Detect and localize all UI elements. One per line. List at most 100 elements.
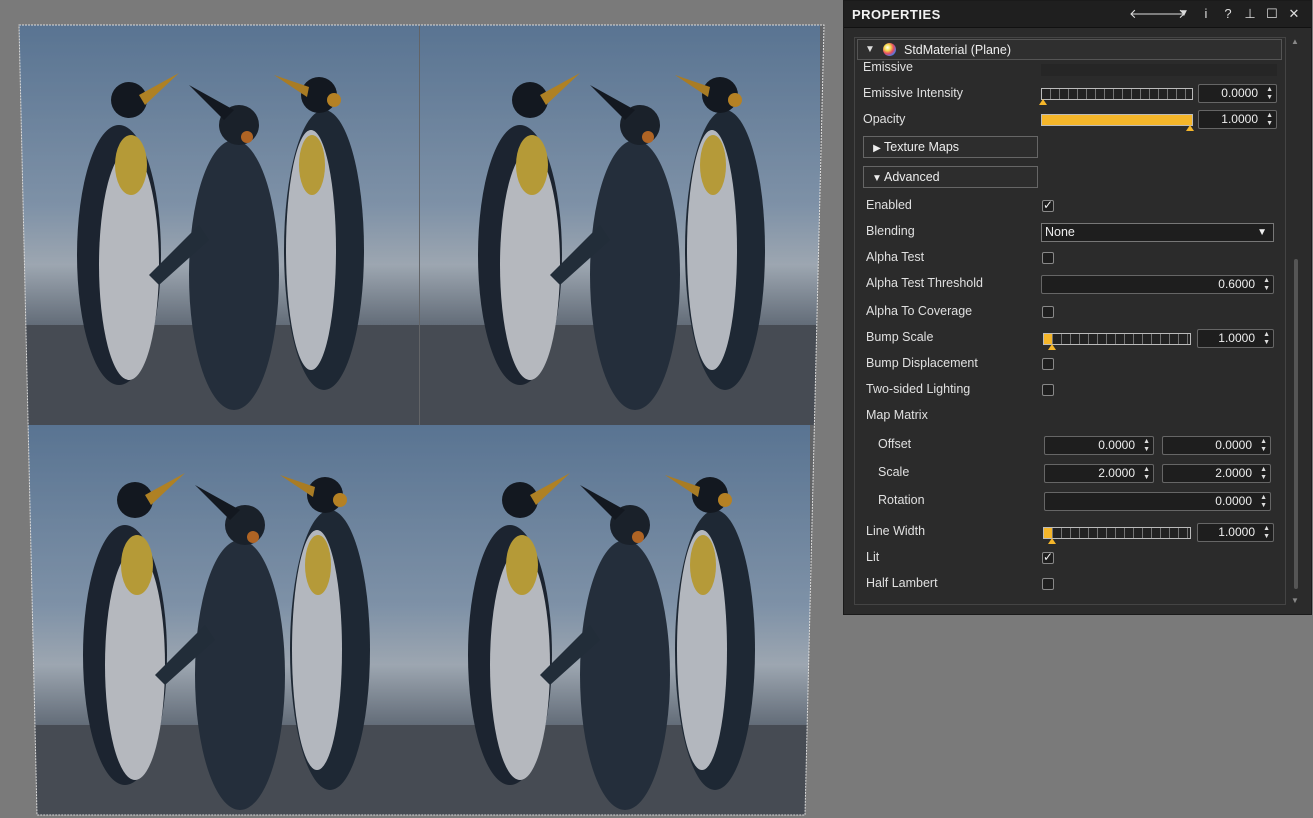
slider-fill — [1042, 115, 1192, 125]
scroll-up-icon[interactable]: ▲ — [1291, 37, 1299, 46]
emissive-intensity-slider[interactable] — [1039, 88, 1193, 105]
titlebar-icons: 🡐 🡒 ▼ i ? ⊥ ☐ ✕ — [1129, 5, 1305, 23]
slider-ticks — [1042, 89, 1192, 99]
help-icon[interactable]: ? — [1217, 5, 1239, 23]
advanced-label: Advanced — [884, 170, 940, 184]
blending-value: None — [1045, 225, 1075, 239]
chevron-down-icon: ▼ — [1257, 227, 1267, 238]
alpha-to-coverage-checkbox[interactable] — [1042, 306, 1054, 318]
pin-icon[interactable]: ⊥ — [1239, 5, 1261, 23]
textured-plane[interactable] — [0, 0, 843, 818]
texture-maps-label: Texture Maps — [884, 140, 960, 154]
arrow-left-icon[interactable]: 🡐 — [1129, 5, 1164, 23]
stepper-icon[interactable]: ▲ ▼ — [1263, 525, 1270, 541]
lit-label: Lit — [866, 550, 880, 564]
3d-viewport[interactable] — [0, 0, 843, 818]
opacity-slider[interactable] — [1041, 114, 1194, 131]
emissive-intensity-label: Emissive Intensity — [863, 86, 964, 100]
bump-scale-value: 1.0000 — [1218, 331, 1255, 345]
stepper-icon[interactable]: ▲ ▼ — [1143, 438, 1150, 454]
alpha-test-label: Alpha Test — [866, 250, 925, 264]
enabled-label: Enabled — [866, 198, 912, 212]
material-header-label: StdMaterial (Plane) — [904, 43, 1011, 57]
emissive-intensity-value: 0.0000 — [1221, 86, 1258, 100]
emissive-intensity-input[interactable]: 0.0000 ▲ ▼ — [1198, 84, 1277, 103]
line-width-input[interactable]: 1.0000 ▲ ▼ — [1197, 523, 1274, 542]
offset-x-input[interactable]: 0.0000 ▲ ▼ — [1044, 436, 1154, 455]
offset-label: Offset — [878, 437, 912, 451]
stepper-icon[interactable]: ▲ ▼ — [1266, 86, 1273, 102]
scroll-down-icon[interactable]: ▼ — [1291, 596, 1299, 605]
stepper-icon[interactable]: ▲ ▼ — [1260, 494, 1267, 510]
bump-displacement-label: Bump Displacement — [866, 356, 978, 370]
collapse-triangle-icon[interactable]: ▼ — [865, 44, 875, 55]
arrow-right-icon[interactable]: 🡒 — [1151, 5, 1186, 23]
stepper-icon[interactable]: ▲ ▼ — [1260, 438, 1267, 454]
stepper-icon[interactable]: ▲ ▼ — [1266, 112, 1273, 128]
material-sphere-icon — [883, 43, 896, 56]
stepper-icon[interactable]: ▲ ▼ — [1143, 466, 1150, 482]
line-width-slider[interactable] — [1043, 527, 1191, 544]
opacity-input[interactable]: 1.0000 ▲ ▼ — [1198, 110, 1277, 129]
scale-y-input[interactable]: 2.0000 ▲ ▼ — [1162, 464, 1271, 483]
bump-scale-slider[interactable] — [1043, 333, 1191, 350]
material-header[interactable]: ▼ StdMaterial (Plane) — [857, 39, 1282, 60]
panel-titlebar[interactable]: PROPERTIES 🡐 🡒 ▼ i ? ⊥ ☐ ✕ — [844, 1, 1311, 28]
alpha-test-checkbox[interactable] — [1042, 252, 1054, 264]
slider-ticks — [1044, 334, 1190, 344]
close-icon[interactable]: ✕ — [1283, 5, 1305, 23]
offset-y-value: 0.0000 — [1215, 438, 1252, 452]
emissive-color-swatch[interactable] — [1041, 64, 1277, 76]
opacity-value: 1.0000 — [1221, 112, 1258, 126]
bump-scale-label: Bump Scale — [866, 330, 934, 344]
blending-select[interactable]: None ▼ — [1041, 223, 1274, 242]
properties-panel: PROPERTIES 🡐 🡒 ▼ i ? ⊥ ☐ ✕ ▼ StdMaterial… — [843, 0, 1312, 615]
maximize-icon[interactable]: ☐ — [1261, 5, 1283, 23]
slider-ticks — [1044, 528, 1190, 538]
slider-thumb[interactable] — [1186, 125, 1194, 131]
collapse-triangle-icon: ▼ — [872, 173, 882, 184]
opacity-label: Opacity — [863, 112, 906, 126]
alpha-test-threshold-label: Alpha Test Threshold — [866, 276, 983, 290]
stepper-icon[interactable]: ▲ ▼ — [1263, 277, 1270, 293]
slider-thumb[interactable] — [1039, 99, 1047, 105]
two-sided-lighting-label: Two-sided Lighting — [866, 382, 971, 396]
rotation-label: Rotation — [878, 493, 925, 507]
offset-y-input[interactable]: 0.0000 ▲ ▼ — [1162, 436, 1271, 455]
rotation-value: 0.0000 — [1215, 494, 1252, 508]
half-lambert-label: Half Lambert — [866, 576, 938, 590]
slider-thumb[interactable] — [1048, 538, 1056, 544]
panel-title: PROPERTIES — [852, 7, 941, 22]
dropdown-icon[interactable]: ▼ — [1173, 5, 1195, 23]
stepper-icon[interactable]: ▲ ▼ — [1260, 466, 1267, 482]
info-icon[interactable]: i — [1195, 5, 1217, 23]
bump-scale-input[interactable]: 1.0000 ▲ ▼ — [1197, 329, 1274, 348]
offset-x-value: 0.0000 — [1098, 438, 1135, 452]
enabled-checkbox[interactable] — [1042, 198, 1054, 212]
scale-y-value: 2.0000 — [1215, 466, 1252, 480]
line-width-value: 1.0000 — [1218, 525, 1255, 539]
scale-x-value: 2.0000 — [1098, 466, 1135, 480]
alpha-test-threshold-value: 0.6000 — [1218, 277, 1255, 291]
alpha-to-coverage-label: Alpha To Coverage — [866, 304, 973, 318]
scale-x-input[interactable]: 2.0000 ▲ ▼ — [1044, 464, 1154, 483]
scrollbar-thumb[interactable] — [1294, 259, 1298, 589]
expand-triangle-icon: ▶ — [873, 143, 881, 154]
panel-scrollbar[interactable]: ▲ ▼ — [1291, 37, 1301, 605]
line-width-label: Line Width — [866, 524, 926, 538]
stepper-icon[interactable]: ▲ ▼ — [1263, 331, 1270, 347]
scale-label: Scale — [878, 465, 910, 479]
rotation-input[interactable]: 0.0000 ▲ ▼ — [1044, 492, 1271, 511]
map-matrix-label: Map Matrix — [866, 408, 928, 422]
bump-displacement-checkbox[interactable] — [1042, 358, 1054, 370]
alpha-test-threshold-input[interactable]: 0.6000 ▲ ▼ — [1041, 275, 1274, 294]
texture-maps-section[interactable]: ▶ Texture Maps — [863, 136, 1038, 158]
material-properties: ▼ StdMaterial (Plane) Emissive Emissive … — [854, 37, 1286, 605]
emissive-label: Emissive — [863, 60, 914, 74]
lit-checkbox[interactable] — [1042, 550, 1054, 564]
slider-thumb[interactable] — [1048, 344, 1056, 350]
two-sided-lighting-checkbox[interactable] — [1042, 384, 1054, 396]
half-lambert-checkbox[interactable] — [1042, 578, 1054, 590]
blending-label: Blending — [866, 224, 915, 238]
advanced-section[interactable]: ▼ Advanced — [863, 166, 1038, 188]
